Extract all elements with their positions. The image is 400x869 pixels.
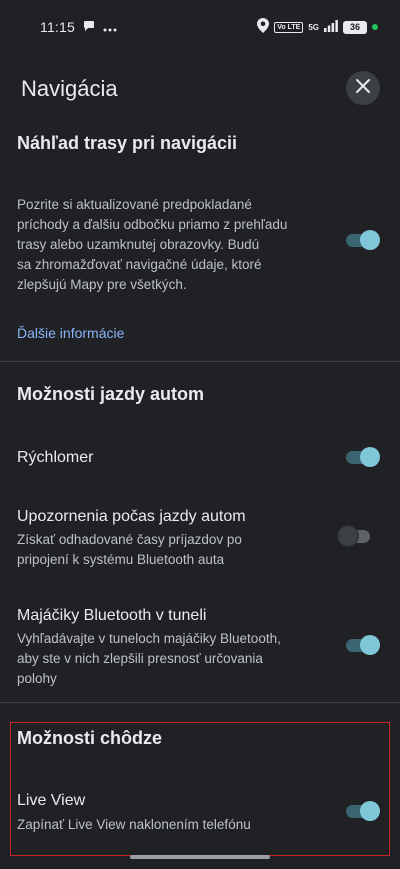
speedometer-toggle[interactable] <box>344 447 380 467</box>
chat-bubble-icon <box>83 19 95 35</box>
page-title: Navigácia <box>21 76 118 101</box>
more-notifications-icon <box>103 19 117 35</box>
more-info-link[interactable]: Ďalšie informácie <box>17 325 124 341</box>
volte-badge: Vo LTE <box>274 21 304 33</box>
close-icon <box>356 78 370 98</box>
signal-icon <box>324 19 338 35</box>
status-bar: 11:15 Vo LTE 5G 36 <box>0 0 400 54</box>
header: Navigácia <box>0 66 400 112</box>
network-type: 5G <box>308 22 319 32</box>
driving-notifications-toggle[interactable] <box>338 526 374 546</box>
driving-options-title: Možnosti jazdy autom <box>17 384 205 404</box>
home-indicator[interactable] <box>130 855 270 859</box>
live-view-label: Live View <box>17 792 86 809</box>
battery-icon: 36 <box>343 20 367 34</box>
location-pin-icon <box>257 18 270 36</box>
tunnel-beacons-description: Vyhľadávajte v tuneloch majáčiky Bluetoo… <box>17 631 281 686</box>
live-view-toggle[interactable] <box>344 801 380 821</box>
privacy-indicator-icon <box>372 24 378 30</box>
route-preview-description: Pozrite si aktualizované predpokladané p… <box>17 197 288 292</box>
tunnel-beacons-label: Majáčiky Bluetooth v tuneli <box>17 607 207 624</box>
walking-options-title: Možnosti chôdze <box>17 728 162 748</box>
divider <box>0 702 400 703</box>
close-button[interactable] <box>346 71 380 105</box>
status-time: 11:15 <box>40 19 75 35</box>
speedometer-label: Rýchlomer <box>17 449 94 466</box>
route-preview-title: Náhľad trasy pri navigácii <box>17 133 238 153</box>
divider <box>0 361 400 362</box>
driving-notifications-description: Získať odhadované časy príjazdov po prip… <box>17 532 242 567</box>
tunnel-beacons-toggle[interactable] <box>344 635 380 655</box>
live-view-description: Zapínať Live View naklonením telefónu <box>17 817 251 832</box>
route-preview-toggle[interactable] <box>344 230 380 250</box>
driving-notifications-label: Upozornenia počas jazdy autom <box>17 508 246 525</box>
